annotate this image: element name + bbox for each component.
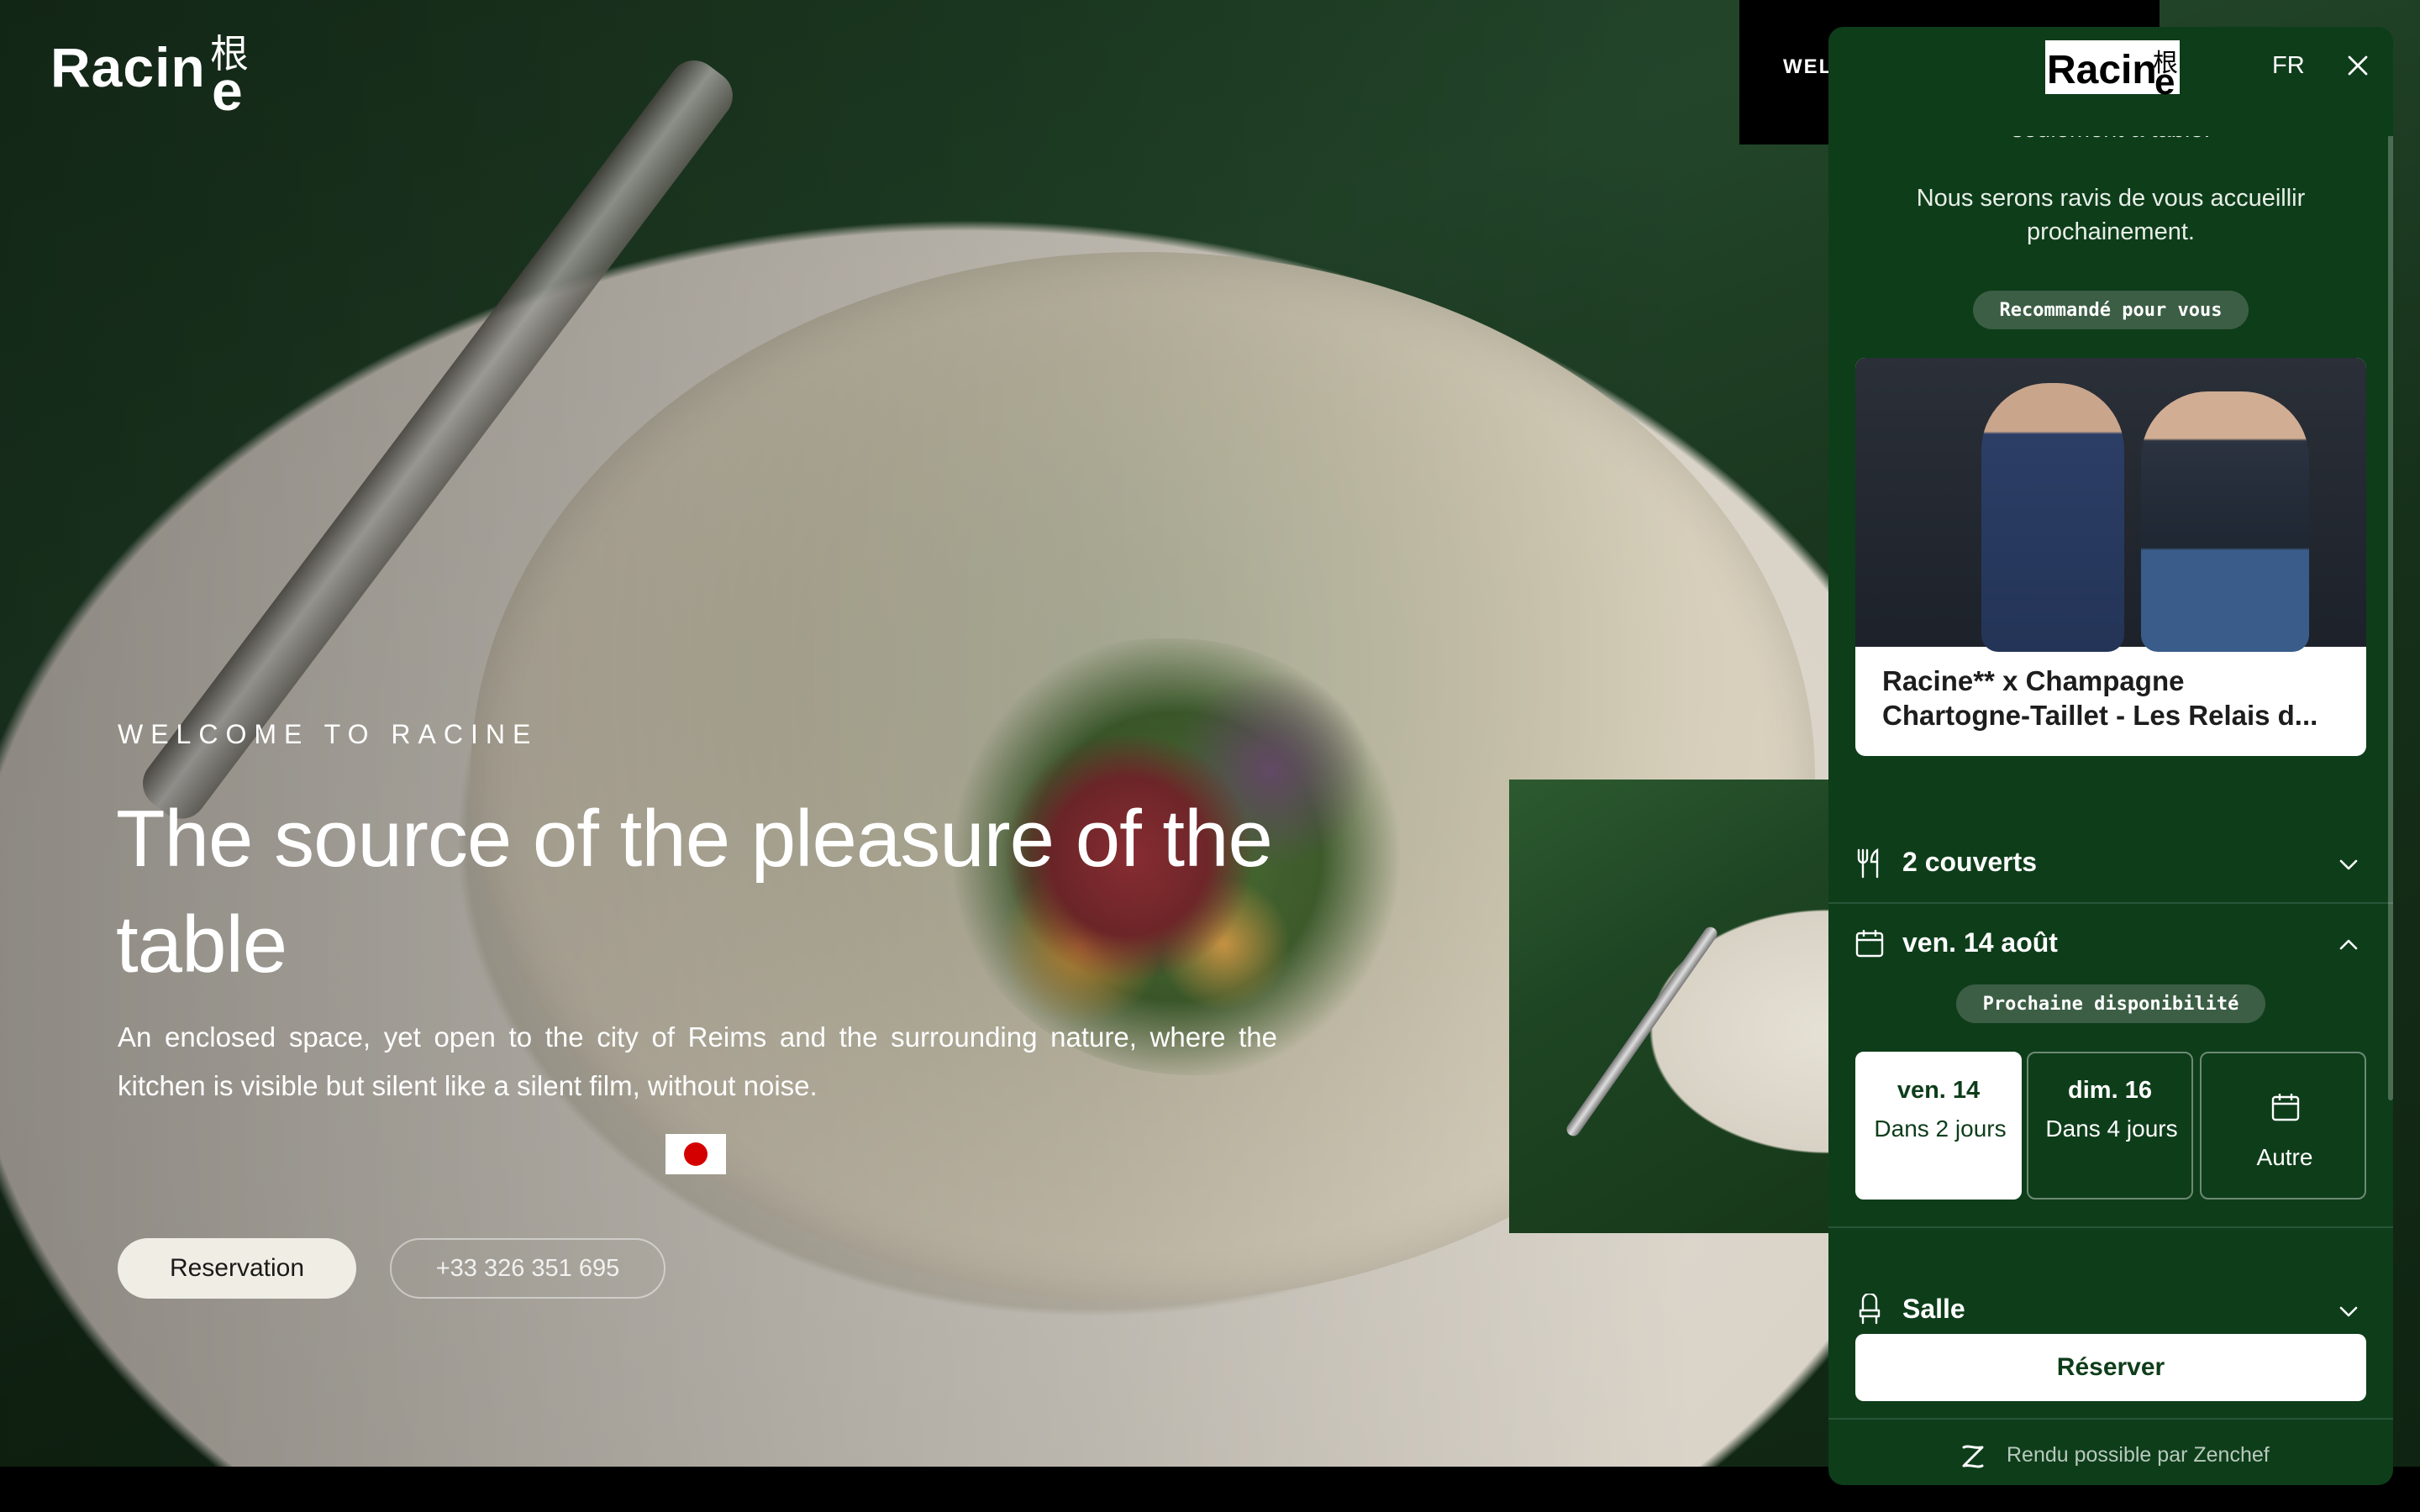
event-title: Racine** x Champagne Chartogne-Taillet -…: [1882, 665, 2318, 731]
close-icon[interactable]: [2343, 50, 2373, 81]
chevron-down-icon: [2339, 1306, 2358, 1317]
phone-button[interactable]: +33 326 351 695: [390, 1238, 666, 1299]
guests-selector[interactable]: 2 couverts: [1828, 822, 2393, 904]
date-option-other[interactable]: Autre: [2200, 1052, 2366, 1200]
recommended-event-card[interactable]: Racine** x Champagne Chartogne-Taillet -…: [1855, 358, 2366, 756]
chevron-up-icon: [2339, 939, 2358, 950]
recommended-badge: Recommandé pour vous: [1973, 291, 2249, 329]
guests-label: 2 couverts: [1902, 847, 2038, 877]
room-label: Salle: [1902, 1294, 1965, 1324]
powered-by-text: Rendu possible par Zenchef: [2007, 1443, 2270, 1467]
hero-description: An enclosed space, yet open to the city …: [118, 1021, 1277, 1101]
date-option-fri-14[interactable]: ven. 14 Dans 2 jours: [1855, 1052, 2022, 1200]
reservation-button[interactable]: Reservation: [118, 1238, 356, 1299]
chevron-down-icon: [2339, 859, 2358, 870]
cutlery-icon: [1857, 848, 1879, 879]
panel-scrollbar[interactable]: [2388, 109, 2393, 1100]
welcome-text: Nous serons ravis de vous accueillir pro…: [1916, 185, 2306, 245]
hero-eyebrow: WELCOME TO RACINE: [118, 719, 539, 749]
reserve-button[interactable]: Réserver: [1855, 1334, 2366, 1401]
zenchef-logo-icon: [1962, 1445, 1984, 1468]
site-logo[interactable]: Racin 根 e: [50, 24, 269, 122]
inset-photo: [1509, 780, 1828, 1233]
next-availability-badge: Prochaine disponibilité: [1956, 984, 2265, 1023]
powered-by-footer[interactable]: Rendu possible par Zenchef: [1828, 1418, 2393, 1485]
booking-panel-content[interactable]: seulement à table. Nous serons ravis de …: [1828, 27, 2393, 1485]
date-option-sun-16[interactable]: dim. 16 Dans 4 jours: [2027, 1052, 2193, 1200]
hero-title: The source of the pleasure of the table: [116, 794, 1273, 990]
event-photo: [1855, 358, 2366, 652]
booking-panel: seulement à table. Nous serons ravis de …: [1828, 27, 2393, 1485]
panel-logo: Racin 根 e: [2045, 40, 2180, 101]
date-label: ven. 14 août: [1902, 927, 2058, 958]
seat-icon: [1859, 1294, 1881, 1325]
calendar-icon: [1855, 930, 1884, 958]
date-selector[interactable]: ven. 14 août: [1828, 902, 2393, 958]
japan-flag-icon: [666, 1134, 726, 1174]
nav-item-welcome[interactable]: WEL: [1783, 55, 1833, 79]
calendar-icon: [2271, 1094, 2300, 1121]
language-selector[interactable]: FR: [2272, 52, 2305, 80]
panel-header: Racin 根 e FR: [1828, 27, 2393, 136]
